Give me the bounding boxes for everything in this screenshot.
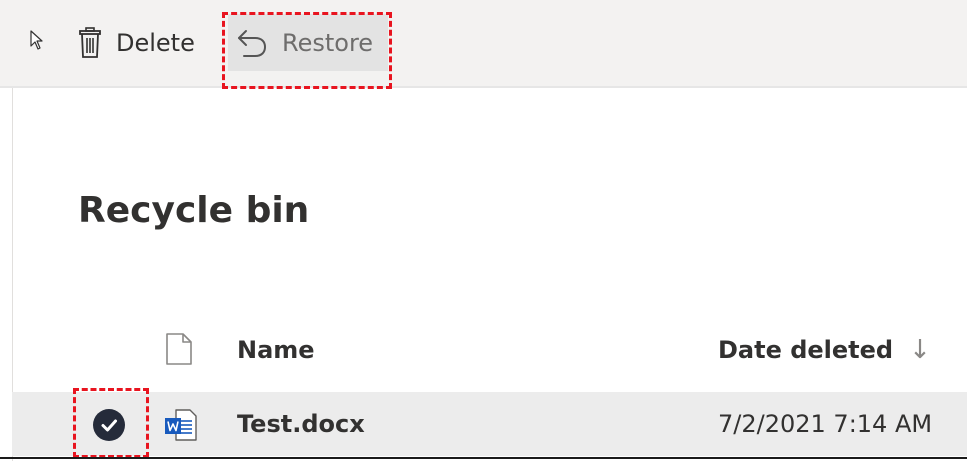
pointer-cursor-icon (30, 30, 43, 50)
row-select-checkbox[interactable] (93, 409, 125, 441)
delete-label: Delete (116, 28, 195, 57)
column-header-date-deleted[interactable]: Date deleted ↓ (718, 330, 931, 370)
sort-descending-icon: ↓ (909, 335, 931, 365)
delete-button[interactable]: Delete (68, 14, 205, 71)
page-title: Recycle bin (78, 190, 310, 231)
command-bar: Delete Restore (0, 0, 967, 88)
column-header-name[interactable]: Name (237, 330, 315, 370)
column-header-name-label: Name (237, 336, 315, 364)
row-file-name[interactable]: Test.docx (237, 392, 365, 456)
restore-button[interactable]: Restore (228, 14, 388, 71)
column-header-date-label: Date deleted (718, 336, 894, 364)
divider (0, 457, 967, 459)
checkmark-icon (101, 419, 117, 432)
trash-icon (79, 26, 101, 58)
row-date-deleted: 7/2/2021 7:14 AM (718, 410, 933, 438)
file-icon (166, 333, 192, 365)
restore-label: Restore (282, 28, 374, 57)
undo-arrow-icon (238, 29, 267, 57)
table-row[interactable]: Test.docx 7/2/2021 7:14 AM (12, 392, 967, 456)
word-doc-icon (165, 409, 197, 441)
